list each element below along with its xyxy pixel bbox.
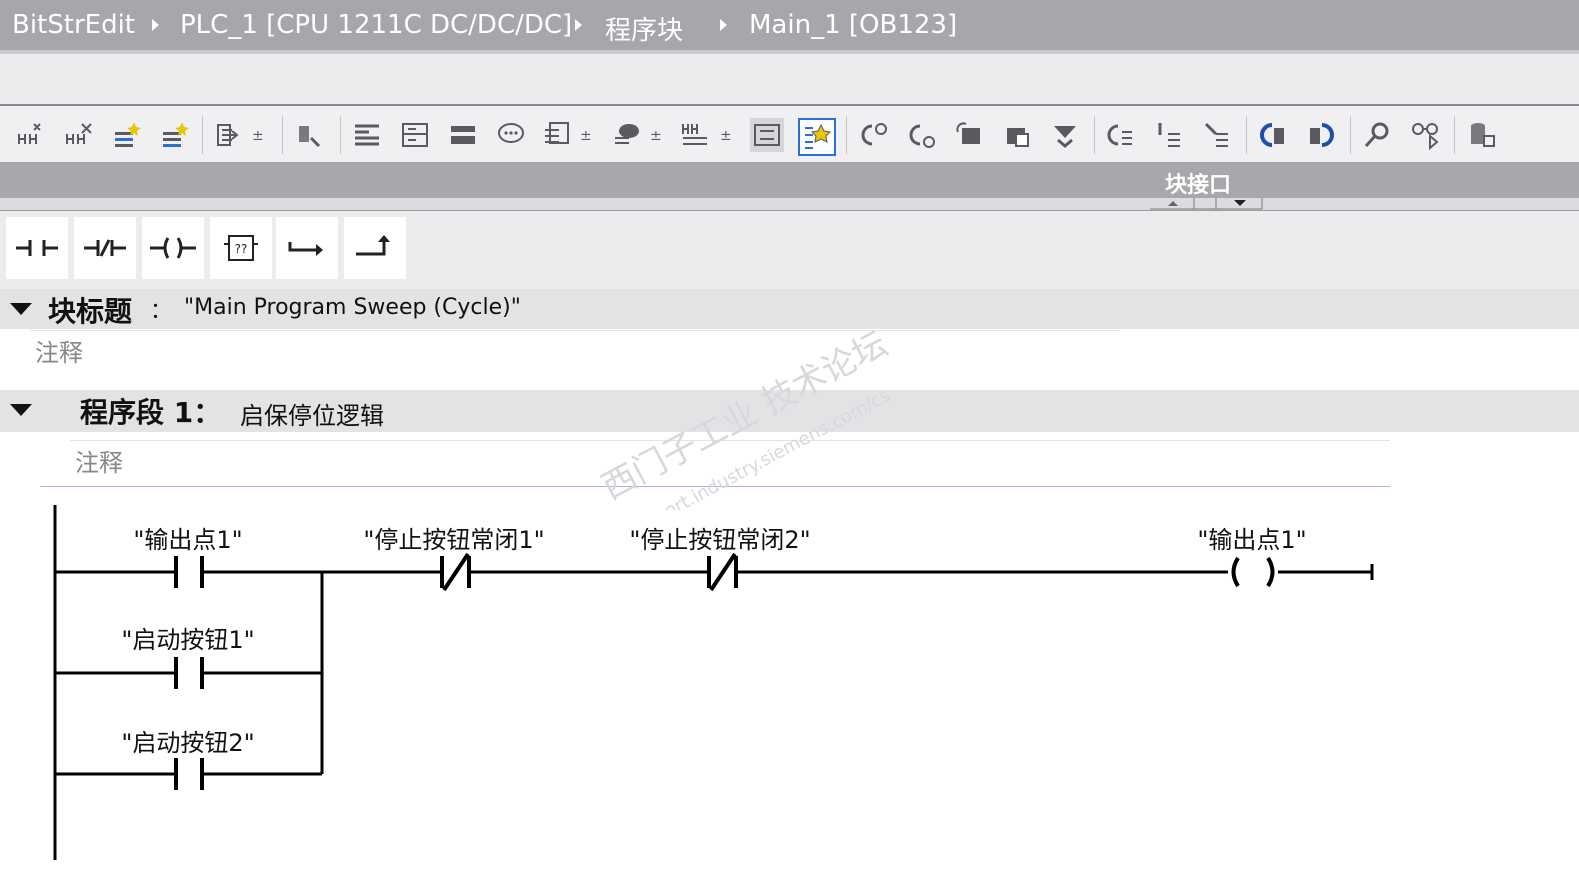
- compare-icon[interactable]: [1200, 118, 1234, 152]
- contact-operand-label: "停止按钮常闭1": [363, 526, 544, 554]
- compare-next-icon[interactable]: [1256, 118, 1290, 152]
- simulation-icon[interactable]: [1408, 118, 1442, 152]
- ladder-network: "输出点1" "停止按钮常闭1" "停止按钮常闭2" "输出点1" "启动按钮1…: [53, 505, 1374, 860]
- block-title-bar: 块标题 ： "Main Program Sweep (Cycle)": [0, 289, 1579, 329]
- breadcrumb-arrow-icon: [575, 19, 582, 31]
- refresh-icon[interactable]: [1304, 118, 1338, 152]
- output-coil-icon: [150, 237, 196, 259]
- breadcrumb-arrow-icon: [720, 19, 727, 31]
- monitor-icon[interactable]: [952, 118, 986, 152]
- tag-info-icon[interactable]: [610, 118, 644, 152]
- insert-network-icon[interactable]: [14, 118, 48, 152]
- lad-instruction-palette: ??: [0, 211, 1579, 289]
- contact-operand-label: "输出点1": [133, 526, 242, 554]
- database-icon[interactable]: [1464, 118, 1498, 152]
- block-title-colon: ：: [150, 299, 173, 324]
- collapse-triangle-icon[interactable]: [10, 404, 32, 416]
- monitor-all-icon[interactable]: [1000, 118, 1034, 152]
- contact-operand-label: "停止按钮常闭2": [629, 526, 810, 554]
- network-label: 程序段 1：: [80, 396, 222, 429]
- network-view-icon[interactable]: [446, 118, 480, 152]
- empty-box-icon: ??: [224, 235, 258, 261]
- svg-text:??: ??: [235, 242, 248, 256]
- output-coil-output-point[interactable]: "输出点1": [1197, 526, 1307, 588]
- goto-next-error-icon[interactable]: [904, 118, 938, 152]
- breadcrumb-item-project[interactable]: BitStrEdit: [12, 10, 135, 40]
- network-comment-text: 注释: [75, 449, 123, 477]
- symbolic-addr-icon[interactable]: [398, 118, 432, 152]
- symbol-info-icon[interactable]: [678, 118, 712, 152]
- open-branch-button[interactable]: [276, 217, 338, 279]
- normally-open-contact-button[interactable]: [6, 217, 68, 279]
- block-interface-label[interactable]: 块接口: [1165, 167, 1231, 199]
- step-icon[interactable]: [1104, 118, 1138, 152]
- nc-contact-stop-1[interactable]: "停止按钮常闭1": [363, 526, 545, 592]
- block-comment-text: 注释: [35, 339, 83, 367]
- favorites-icon[interactable]: [798, 118, 836, 156]
- breakpoint-icon[interactable]: [1048, 118, 1082, 152]
- block-interface-bar[interactable]: 块接口: [0, 162, 1579, 198]
- block-title-value[interactable]: "Main Program Sweep (Cycle)": [184, 295, 521, 320]
- show-step-icon[interactable]: [1152, 118, 1186, 152]
- network-comment-field[interactable]: 注释: [70, 440, 1390, 485]
- breadcrumb-arrow-icon: [152, 19, 159, 31]
- block-comment-field[interactable]: 注释: [30, 330, 1120, 371]
- insert-row-icon[interactable]: [110, 118, 144, 152]
- network-header: 程序段 1： 启保停位逻辑: [0, 390, 1579, 432]
- normally-closed-contact-button[interactable]: [74, 217, 136, 279]
- no-contact-start-2[interactable]: "启动按钮2": [121, 729, 255, 790]
- no-contact-output-point[interactable]: "输出点1": [133, 526, 243, 588]
- comment-icon[interactable]: [494, 118, 528, 152]
- contact-operand-label: "启动按钮2": [121, 729, 254, 757]
- breadcrumb-item-block[interactable]: Main_1 [OB123]: [749, 10, 957, 40]
- empty-box-button[interactable]: ??: [210, 217, 272, 279]
- no-contact-start-1[interactable]: "启动按钮1": [121, 626, 255, 689]
- network-title[interactable]: 启保停位逻辑: [240, 396, 384, 431]
- breadcrumb: BitStrEdit PLC_1 [CPU 1211C DC/DC/DC] 程序…: [0, 0, 1579, 54]
- splitter-arrows-icon[interactable]: [1150, 198, 1270, 210]
- editor-toolbar: ± ± ± ±: [0, 106, 1579, 162]
- main-rung-wire: [55, 564, 1374, 580]
- contact-operand-label: "启动按钮1": [121, 626, 254, 654]
- nc-contact-stop-2[interactable]: "停止按钮常闭2": [629, 526, 811, 592]
- close-branch-icon: [356, 235, 390, 256]
- interface-splitter[interactable]: [0, 198, 1579, 211]
- comment-divider: [40, 486, 1390, 487]
- collapse-triangle-icon[interactable]: [10, 303, 32, 315]
- coil-operand-label: "输出点1": [1197, 526, 1306, 554]
- download-icon[interactable]: [212, 118, 246, 152]
- add-row-icon[interactable]: [158, 118, 192, 152]
- breadcrumb-item-program-blocks[interactable]: 程序块: [605, 10, 683, 47]
- breadcrumb-item-plc[interactable]: PLC_1 [CPU 1211C DC/DC/DC]: [180, 10, 572, 40]
- goto-error-icon[interactable]: [856, 118, 890, 152]
- operand-display-icon[interactable]: [540, 118, 574, 152]
- test-icon[interactable]: [292, 118, 326, 152]
- normally-closed-contact-icon: [84, 239, 126, 257]
- open-branch-icon: [288, 242, 323, 256]
- absolute-addr-icon[interactable]: [350, 118, 384, 152]
- editor-header-bar: [0, 54, 1579, 106]
- block-title-label: 块标题: [48, 295, 133, 328]
- normally-open-contact-icon: [16, 240, 58, 256]
- networks-collapse-icon[interactable]: [750, 118, 784, 152]
- close-branch-button[interactable]: [344, 217, 406, 279]
- settings-icon[interactable]: [1360, 118, 1394, 152]
- delete-network-icon[interactable]: [62, 118, 96, 152]
- output-coil-button[interactable]: [142, 217, 204, 279]
